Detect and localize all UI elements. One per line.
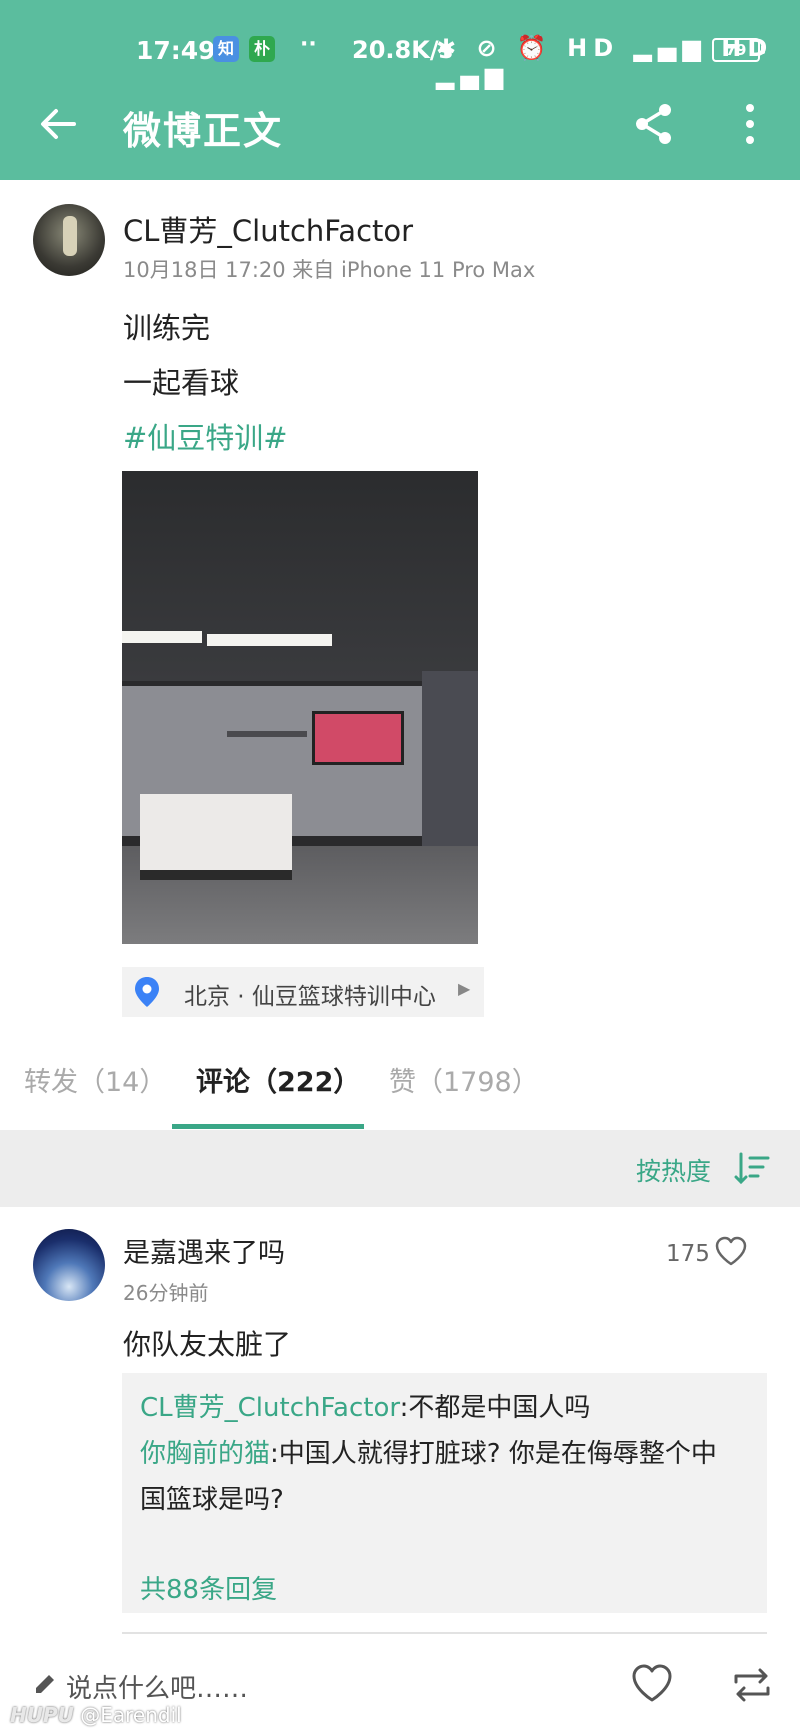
reply-item: CL曹芳_ClutchFactor:不都是中国人吗: [140, 1385, 740, 1431]
comment-text: 你队友太脏了: [123, 1328, 292, 1361]
pencil-icon: [36, 1675, 54, 1693]
status-time: 17:49: [136, 36, 216, 65]
post-text-line: 一起看球: [123, 366, 240, 400]
pu-notification-icon: 朴: [249, 36, 275, 62]
watermark: HUPU @Earendil: [10, 1703, 182, 1727]
status-bar: 17:49 知 朴 ·· 20.8K/s ✱ ⊘ ⏰ HD ▂▄▆ HD ▂▄▆…: [0, 32, 800, 90]
comment-time: 26分钟前: [123, 1281, 209, 1305]
comment-item: 是嘉遇来了吗 26分钟前 175 你队友太脏了 CL曹芳_ClutchFacto…: [0, 1207, 800, 1647]
location-pin-icon: [135, 977, 159, 1007]
comment-like-count: 175: [666, 1241, 710, 1267]
photo-tv: [312, 711, 404, 765]
tab-comments[interactable]: 评论（222）: [196, 1060, 360, 1099]
tab-reposts[interactable]: 转发（14）: [24, 1060, 166, 1099]
reply-username[interactable]: CL曹芳_ClutchFactor: [140, 1393, 400, 1423]
photo-wall-right: [422, 671, 478, 846]
location-tag[interactable]: 北京 · 仙豆篮球特训中心 ▶: [122, 967, 484, 1017]
post-photo[interactable]: [122, 471, 478, 944]
watermark-handle: @Earendil: [80, 1703, 182, 1727]
more-notifications-icon: ··: [300, 32, 317, 57]
zhihu-notification-icon: 知: [213, 36, 239, 62]
post-text-line: 训练完: [123, 311, 211, 345]
reply-preview-box[interactable]: CL曹芳_ClutchFactor:不都是中国人吗 你胸前的猫:中国人就得打脏球…: [122, 1373, 767, 1613]
sort-icon[interactable]: [734, 1150, 770, 1186]
repost-icon[interactable]: [730, 1664, 774, 1706]
active-tab-indicator: [172, 1124, 364, 1129]
location-text: 北京 · 仙豆篮球特训中心: [184, 984, 436, 1010]
app-header: 17:49 知 朴 ·· 20.8K/s ✱ ⊘ ⏰ HD ▂▄▆ HD ▂▄▆…: [0, 0, 800, 180]
like-heart-icon[interactable]: [714, 1235, 748, 1269]
battery-icon: 79: [712, 38, 765, 62]
avatar-figure: [63, 216, 77, 256]
view-all-replies-link[interactable]: 共88条回复: [140, 1569, 277, 1606]
photo-ceiling: [122, 471, 478, 681]
chevron-right-icon: ▶: [458, 979, 471, 998]
photo-reception-desk: [140, 794, 292, 880]
more-vertical-icon[interactable]: [738, 100, 762, 148]
post-tabs: 转发（14） 评论（222） 赞（1798）: [0, 1032, 800, 1130]
reply-text: :不都是中国人吗: [399, 1393, 591, 1423]
back-arrow-icon[interactable]: [36, 102, 80, 146]
page-title: 微博正文: [123, 109, 284, 153]
post-username[interactable]: CL曹芳_ClutchFactor: [123, 208, 413, 250]
avatar[interactable]: [33, 204, 105, 276]
avatar[interactable]: [33, 1229, 105, 1301]
sort-by-hot[interactable]: 按热度: [636, 1152, 711, 1188]
reply-username[interactable]: 你胸前的猫: [140, 1439, 270, 1469]
reply-item: 你胸前的猫:中国人就得打脏球? 你是在侮辱整个中国篮球是吗?: [140, 1431, 740, 1523]
photo-light: [122, 631, 202, 643]
like-heart-icon[interactable]: [630, 1662, 674, 1706]
watermark-brand: HUPU: [10, 1703, 74, 1727]
share-icon[interactable]: [632, 102, 676, 146]
post-hashtag[interactable]: #仙豆特训#: [123, 415, 288, 457]
divider: [122, 1632, 767, 1634]
photo-light: [207, 634, 332, 646]
photo-wall-sign: [227, 731, 307, 737]
sort-bar: 按热度: [0, 1130, 800, 1207]
tab-likes[interactable]: 赞（1798）: [389, 1060, 539, 1099]
comment-input[interactable]: 说点什么吧……: [66, 1668, 248, 1705]
comment-username[interactable]: 是嘉遇来了吗: [123, 1231, 285, 1270]
post-meta: 10月18日 17:20 来自 iPhone 11 Pro Max: [123, 258, 536, 282]
